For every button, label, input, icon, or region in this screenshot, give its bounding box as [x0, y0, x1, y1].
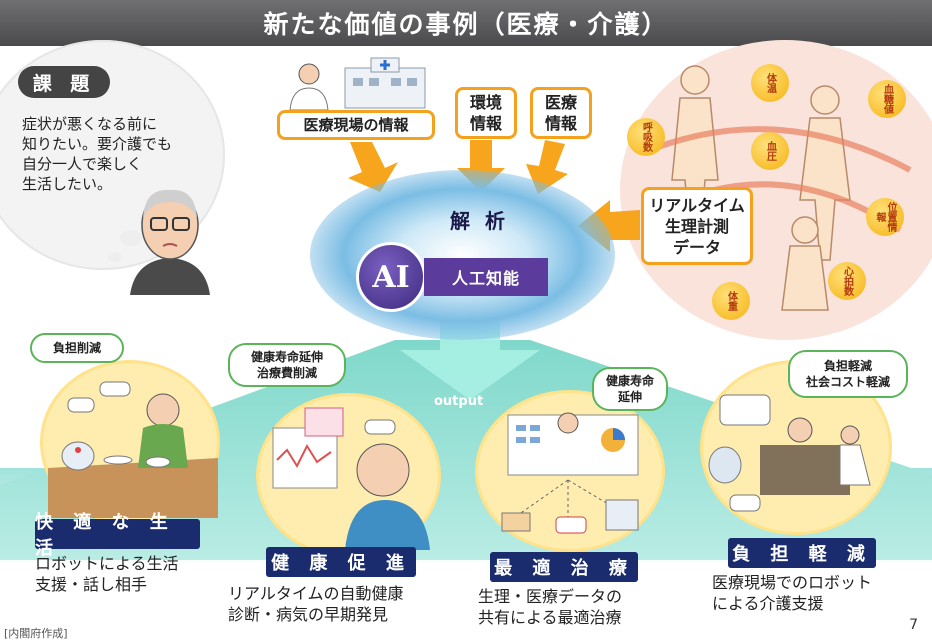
callout-burden-reduction: 負担削減 — [30, 333, 124, 363]
desc-comfortable-life: ロボットによる生活 支援・話し相手 — [35, 554, 179, 594]
robot-meal-illustration — [48, 381, 218, 518]
output-label: output — [434, 394, 484, 409]
callout-burden-social-cost-reduction: 負担軽減 社会コスト軽減 — [788, 350, 908, 398]
desc-burden-relief: 医療現場でのロボット による介護支援 — [712, 573, 873, 613]
analysis-label: 解 析 — [450, 209, 509, 233]
callout-healthy-lifespan-cost-reduction: 健康寿命延伸 治療費削減 — [228, 343, 346, 387]
desc-optimal-treatment: 生理・医療データの 共有による最適治療 — [478, 587, 623, 627]
desc-health-promotion: リアルタイムの自動健康 診断・病気の早期発見 — [228, 584, 404, 624]
source-note: [内閣府作成] — [4, 627, 68, 640]
realtime-physiological-data-box: リアルタイム 生理計測 データ — [641, 187, 753, 265]
data-sharing-illustration — [501, 412, 639, 534]
callout-healthy-lifespan: 健康寿命 延伸 — [592, 367, 668, 411]
category-burden-relief: 負 担 軽 減 — [728, 538, 876, 568]
page-number: 7 — [909, 617, 918, 633]
artificial-intelligence-label: 人工知能 — [424, 258, 548, 296]
ai-emblem: AI — [356, 242, 426, 312]
category-health-promotion: 健 康 促 進 — [266, 547, 416, 577]
health-monitor-illustration — [272, 407, 430, 550]
category-optimal-treatment: 最 適 治 療 — [490, 552, 638, 582]
care-robot-illustration — [708, 394, 871, 512]
category-comfortable-life: 快 適 な 生 活 — [35, 512, 200, 559]
ai-glow — [310, 170, 615, 340]
